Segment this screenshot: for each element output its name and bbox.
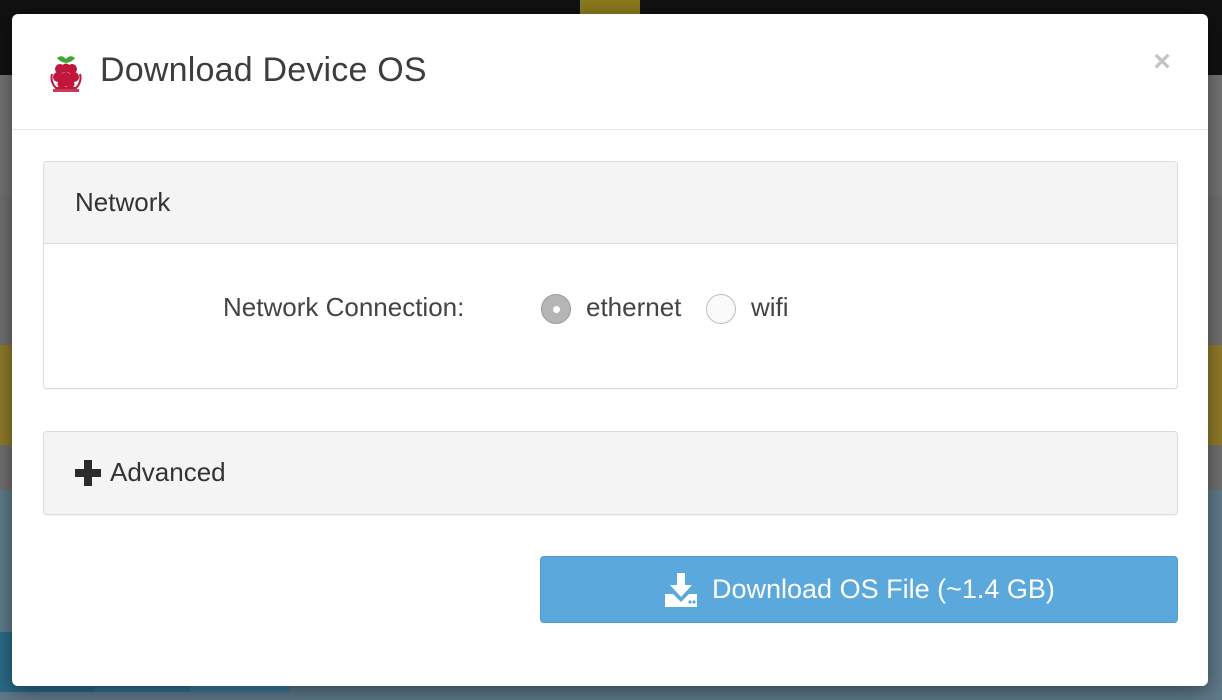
advanced-panel[interactable]: Advanced — [43, 431, 1178, 515]
advanced-panel-heading[interactable]: Advanced — [44, 432, 1177, 514]
modal-header: Download Device OS × — [12, 14, 1208, 130]
download-os-button[interactable]: Download OS File (~1.4 GB) — [540, 556, 1178, 623]
wifi-radio-label[interactable]: wifi — [751, 292, 789, 323]
network-connection-label: Network Connection: — [223, 292, 465, 322]
ethernet-radio-label[interactable]: ethernet — [586, 292, 681, 323]
plus-icon[interactable] — [75, 460, 101, 486]
network-panel-title: Network — [75, 187, 171, 217]
download-icon — [665, 573, 697, 607]
close-icon[interactable]: × — [1144, 44, 1180, 80]
raspberry-pi-icon — [50, 56, 82, 92]
download-os-button-label: Download OS File (~1.4 GB) — [712, 574, 1055, 604]
modal-title: Download Device OS — [100, 51, 427, 89]
download-os-modal: Download Device OS × Network Network Con… — [12, 14, 1208, 686]
wifi-radio[interactable] — [706, 294, 736, 324]
network-panel: Network Network Connection: ethernet wif… — [43, 161, 1178, 389]
network-panel-heading: Network — [44, 162, 1177, 244]
ethernet-radio[interactable] — [541, 294, 571, 324]
advanced-toggle-label[interactable]: Advanced — [110, 457, 226, 488]
